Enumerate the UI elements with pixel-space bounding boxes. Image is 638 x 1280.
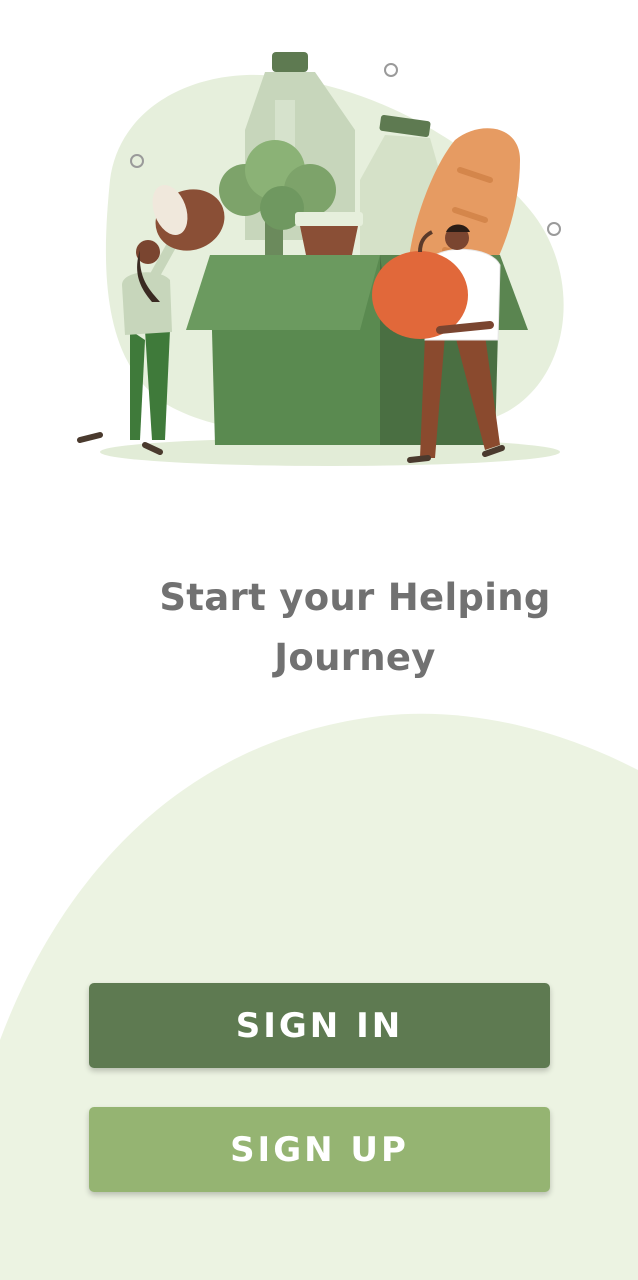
jar-icon [295, 212, 363, 255]
headline-line-1: Start your Helping [159, 576, 551, 619]
donation-illustration [77, 52, 564, 466]
headline-line-2: Journey [274, 636, 436, 679]
sign-up-button[interactable]: SIGN UP [89, 1107, 550, 1192]
bubble-icon [384, 63, 398, 77]
bubble-icon [547, 222, 561, 236]
sign-in-button[interactable]: SIGN IN [89, 983, 550, 1068]
welcome-screen: Start your Helping Journey SIGN IN SIGN … [0, 0, 638, 1280]
headline: Start your Helping Journey [100, 568, 610, 688]
